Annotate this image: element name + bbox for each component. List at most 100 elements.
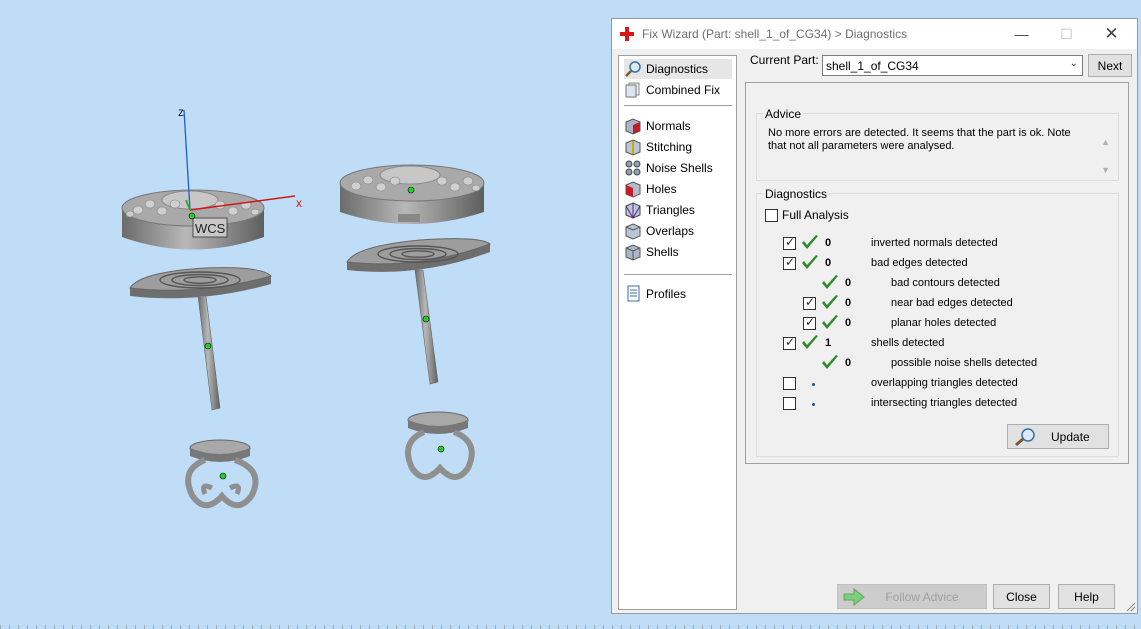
diagnostics-title: Diagnostics <box>763 187 830 201</box>
diagnostic-count: 0 <box>825 257 832 269</box>
diagnostic-label: overlapping triangles detected <box>871 377 1018 389</box>
advice-text: No more errors are detected. It seems th… <box>768 127 1071 152</box>
green-check-icon <box>802 255 818 269</box>
diagnostic-row: 0 inverted normals detected <box>757 234 1107 254</box>
arrow-right-icon <box>843 588 865 606</box>
wizard-nav: Diagnostics Combined Fix Normals Stitchi… <box>618 55 737 610</box>
nav-item-normals[interactable]: Normals <box>624 116 732 136</box>
diagnostic-row: overlapping triangles detected <box>757 374 1107 394</box>
help-button-label: Help <box>1074 589 1099 604</box>
close-button-label: Close <box>1006 589 1037 604</box>
minimize-button[interactable]: — <box>999 19 1044 49</box>
diagnostic-checkbox[interactable] <box>783 397 796 410</box>
diagnostic-label: planar holes detected <box>891 317 997 329</box>
diagnostic-row: intersecting triangles detected <box>757 394 1107 414</box>
magnifier-icon <box>625 61 641 77</box>
shells-icon <box>625 244 641 261</box>
pending-dot-icon <box>812 403 815 406</box>
help-button[interactable]: Help <box>1058 584 1115 609</box>
maximize-icon: ☐ <box>1060 25 1073 42</box>
follow-advice-label: Follow Advice <box>885 589 959 604</box>
nav-label: Combined Fix <box>646 83 721 97</box>
right-model <box>339 164 492 480</box>
current-part-dropdown[interactable]: shell_1_of_CG34 ⌄ <box>822 55 1083 76</box>
diagnostic-checkbox[interactable] <box>783 235 796 250</box>
diagnostic-label: intersecting triangles detected <box>871 397 1018 409</box>
diagnostic-row: 0 near bad edges detected <box>757 294 1107 314</box>
nav-label: Overlaps <box>646 224 695 238</box>
green-check-icon <box>802 235 818 249</box>
next-button[interactable]: Next <box>1088 54 1132 77</box>
advice-scrollbar[interactable]: ▲ ▼ <box>1101 128 1110 184</box>
green-check-icon <box>822 275 838 289</box>
diagnostic-count: 0 <box>845 317 852 329</box>
nav-item-holes[interactable]: Holes <box>624 179 732 199</box>
nav-label: Noise Shells <box>646 161 713 175</box>
nav-label: Triangles <box>646 203 695 217</box>
diagnostic-count: 1 <box>825 337 832 349</box>
pending-dot-icon <box>812 383 815 386</box>
advice-group: Advice No more errors are detected. It s… <box>756 107 1119 181</box>
full-analysis-label: Full Analysis <box>782 208 849 222</box>
holes-icon <box>625 181 641 198</box>
nav-item-stitching[interactable]: Stitching <box>624 137 732 157</box>
diagnostic-checkbox[interactable] <box>783 377 796 390</box>
diagnostic-label: bad contours detected <box>891 277 1000 289</box>
combined-fix-icon <box>625 82 640 98</box>
nav-label: Normals <box>646 119 691 133</box>
diagnostic-count: 0 <box>845 297 852 309</box>
close-icon: ✕ <box>1104 24 1119 43</box>
fix-wizard-dialog: Fix Wizard (Part: shell_1_of_CG34) > Dia… <box>611 18 1138 614</box>
noise-shells-icon <box>625 160 641 176</box>
diagnostic-row: 0 planar holes detected <box>757 314 1107 334</box>
bottom-ruler <box>0 625 1141 629</box>
diagnostic-row: 1 shells detected <box>757 334 1107 354</box>
green-check-icon <box>822 315 838 329</box>
diagnostic-checkbox[interactable] <box>803 315 816 330</box>
nav-item-shells[interactable]: Shells <box>624 242 732 262</box>
diagnostic-label: possible noise shells detected <box>891 357 1038 369</box>
nav-item-profiles[interactable]: Profiles <box>624 284 732 304</box>
diagnostic-checkbox[interactable] <box>803 295 816 310</box>
nav-item-overlaps[interactable]: Overlaps <box>624 221 732 241</box>
nav-label: Diagnostics <box>646 62 709 76</box>
nav-item-noise-shells[interactable]: Noise Shells <box>624 158 732 178</box>
full-analysis-checkbox[interactable]: Full Analysis <box>765 208 849 222</box>
close-button[interactable]: Close <box>993 584 1050 609</box>
minimize-icon: — <box>1014 26 1029 42</box>
diagnostic-label: near bad edges detected <box>891 297 1013 309</box>
checkbox[interactable] <box>765 208 778 222</box>
window-close-button[interactable]: ✕ <box>1089 19 1134 49</box>
nav-separator <box>624 105 732 106</box>
triangles-icon <box>625 202 641 219</box>
nav-label: Profiles <box>646 287 687 301</box>
nav-item-diagnostics[interactable]: Diagnostics <box>624 59 732 79</box>
nav-separator <box>624 274 732 275</box>
diagnostic-checkbox[interactable] <box>783 335 796 350</box>
diagnostic-count: 0 <box>845 277 852 289</box>
diagnostic-row: 0 bad contours detected <box>757 274 1107 294</box>
current-part-label: Current Part: <box>750 53 819 67</box>
wcs-label: WCS <box>195 221 226 236</box>
resize-grip-icon[interactable] <box>1126 602 1136 612</box>
chevron-down-icon: ⌄ <box>1069 58 1078 69</box>
left-model: WCS z x <box>121 105 302 509</box>
x-axis-label: x <box>296 196 302 210</box>
diagnostic-checkbox[interactable] <box>783 255 796 270</box>
z-axis-label: z <box>178 105 184 119</box>
advice-textbox[interactable]: No more errors are detected. It seems th… <box>757 124 1118 179</box>
nav-label: Shells <box>646 245 679 259</box>
diagnostic-count: 0 <box>825 237 832 249</box>
update-button[interactable]: Update <box>1007 424 1109 449</box>
nav-item-combined-fix[interactable]: Combined Fix <box>624 80 732 100</box>
maximize-button[interactable]: ☐ <box>1044 19 1089 49</box>
follow-advice-button[interactable]: Follow Advice <box>837 584 987 609</box>
diagnostic-label: shells detected <box>871 337 945 349</box>
green-check-icon <box>822 355 838 369</box>
overlaps-icon <box>625 223 641 240</box>
normals-icon <box>625 118 641 135</box>
advice-title: Advice <box>763 107 804 121</box>
diagnostics-panel: Advice No more errors are detected. It s… <box>745 82 1129 464</box>
nav-item-triangles[interactable]: Triangles <box>624 200 732 220</box>
title-bar[interactable]: Fix Wizard (Part: shell_1_of_CG34) > Dia… <box>612 19 1137 49</box>
